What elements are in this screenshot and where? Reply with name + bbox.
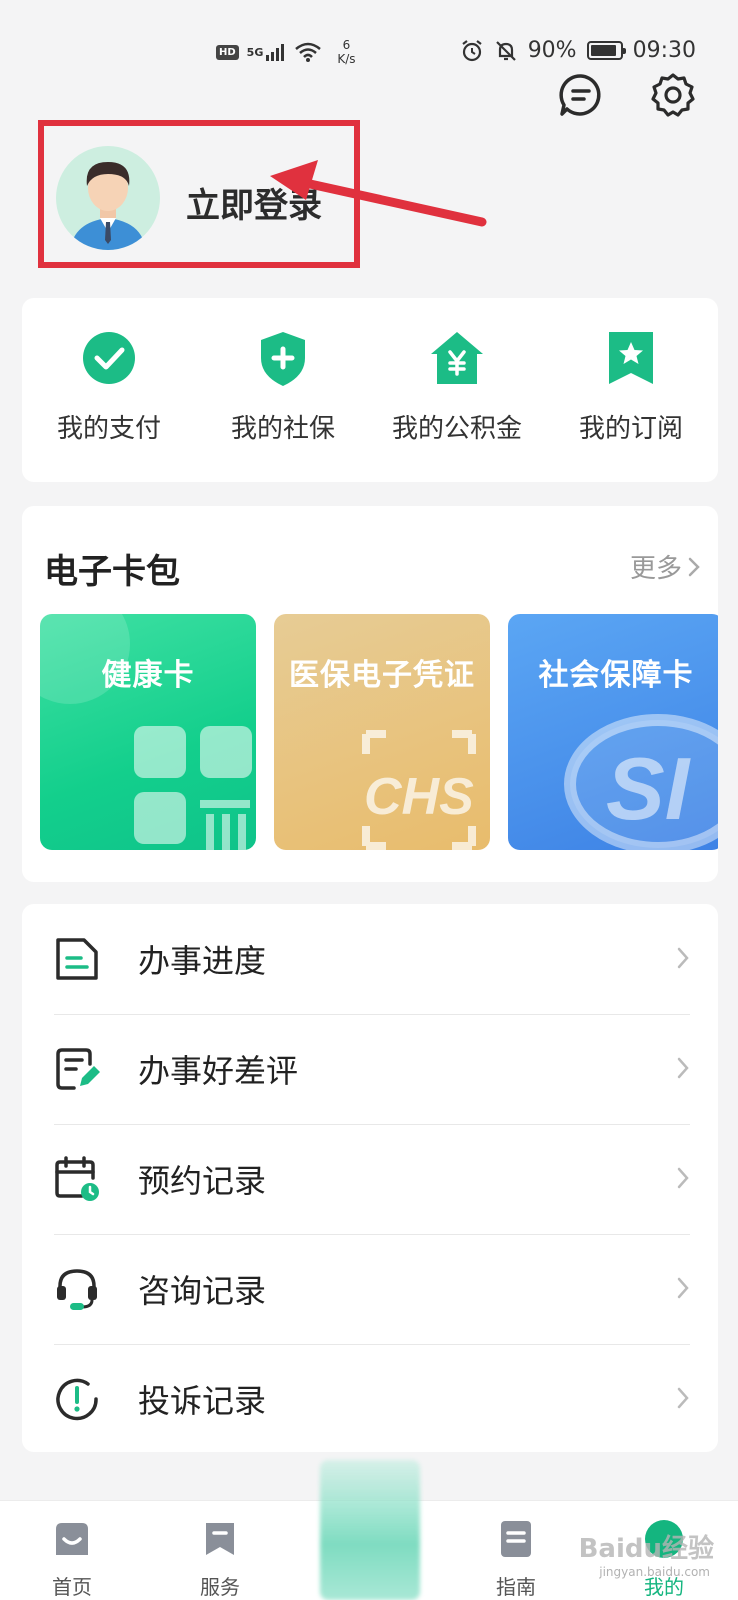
list-item-label: 办事好差评 xyxy=(138,1052,299,1090)
net-speed-unit: K/s xyxy=(337,52,356,66)
shield-plus-icon xyxy=(261,332,305,386)
nav-label: 服务 xyxy=(200,1575,240,1599)
home-icon xyxy=(56,1523,88,1555)
chevron-right-icon xyxy=(677,1277,689,1299)
list-item-label: 咨询记录 xyxy=(138,1272,267,1310)
battery-percent: 90% xyxy=(527,38,577,63)
wallet-more-link[interactable]: 更多 xyxy=(630,548,700,585)
battery-icon xyxy=(586,41,626,60)
quick-links-card: 我的支付 我的社保 我的公积金 我的订阅 xyxy=(22,298,718,482)
card-label: 健康卡 xyxy=(101,658,195,693)
bookmark-star-icon xyxy=(609,332,653,384)
watermark: Baidu经验 xyxy=(578,1534,714,1564)
exclamation-circle-icon xyxy=(56,1378,98,1421)
quick-link-social-security[interactable]: 我的社保 xyxy=(196,328,370,445)
review-edit-icon xyxy=(56,1048,100,1090)
mute-bell-icon xyxy=(495,40,516,61)
svg-text:CHS: CHS xyxy=(364,768,474,826)
nav-item-services[interactable]: 服务 xyxy=(170,1519,270,1600)
alarm-icon xyxy=(462,39,482,61)
message-icon[interactable] xyxy=(558,72,604,118)
user-avatar-icon xyxy=(70,162,146,250)
chevron-right-icon xyxy=(677,1167,689,1189)
status-bar: HD 5G 6 K/s 90% 09:30 xyxy=(0,0,738,100)
headset-icon xyxy=(57,1269,97,1310)
svg-text:SI: SI xyxy=(606,739,691,838)
gear-icon[interactable] xyxy=(650,72,696,118)
net-speed: 6 K/s xyxy=(337,38,355,66)
house-yen-icon xyxy=(431,332,483,384)
list-item-label: 办事进度 xyxy=(138,942,267,980)
wifi-icon xyxy=(295,42,322,62)
chevron-right-icon xyxy=(688,557,700,576)
net-speed-value: 6 xyxy=(342,38,351,52)
health-card[interactable]: 健康卡 xyxy=(40,614,256,850)
list-item-label: 投诉记录 xyxy=(138,1382,267,1420)
chevron-right-icon xyxy=(677,947,689,969)
hd-badge: HD xyxy=(216,44,239,60)
document-icon xyxy=(56,938,98,980)
list-item-progress[interactable]: 办事进度 xyxy=(54,904,690,1014)
more-label: 更多 xyxy=(629,554,682,584)
chevron-right-icon xyxy=(677,1057,689,1079)
nav-item-home[interactable]: 首页 xyxy=(22,1519,122,1600)
list-item-review[interactable]: 办事好差评 xyxy=(54,1014,690,1124)
wallet-title: 电子卡包 xyxy=(44,552,180,592)
quick-link-label: 我的公积金 xyxy=(391,414,522,444)
quick-link-subscription[interactable]: 我的订阅 xyxy=(544,328,718,445)
chevron-right-icon xyxy=(677,1387,689,1409)
signal-icon xyxy=(266,44,285,61)
nav-label: 指南 xyxy=(496,1575,536,1599)
guide-icon xyxy=(501,1521,531,1557)
bookmark-icon xyxy=(206,1523,234,1555)
status-left: HD 5G 6 K/s xyxy=(216,38,356,66)
annotation-arrow-icon xyxy=(270,160,487,227)
nav-label: 首页 xyxy=(52,1575,92,1599)
service-list-card: 办事进度 办事好差评 预约记录 咨询记录 投诉记录 xyxy=(22,904,718,1452)
quick-link-payment[interactable]: 我的支付 xyxy=(22,328,196,445)
list-item-complaint[interactable]: 投诉记录 xyxy=(54,1344,690,1454)
avatar[interactable] xyxy=(56,146,160,250)
card-label: 医保电子凭证 xyxy=(289,658,475,693)
list-item-appointment[interactable]: 预约记录 xyxy=(54,1124,690,1234)
medical-insurance-card[interactable]: CHS 医保电子凭证 xyxy=(274,614,490,850)
center-nav-button[interactable] xyxy=(320,1460,420,1600)
clock: 09:30 xyxy=(632,38,696,63)
network-label: 5G xyxy=(246,45,264,59)
quick-link-housing-fund[interactable]: 我的公积金 xyxy=(370,328,544,445)
social-security-card[interactable]: SI 社会保障卡 xyxy=(508,614,718,850)
calendar-clock-icon xyxy=(55,1156,99,1201)
list-item-consultation[interactable]: 咨询记录 xyxy=(54,1234,690,1344)
nav-item-guide[interactable]: 指南 xyxy=(466,1519,566,1600)
quick-link-label: 我的支付 xyxy=(56,414,161,444)
wallet-card: 电子卡包 更多 健康卡 CHS 医保电子凭证 SI 社会保障卡 xyxy=(22,506,718,882)
list-item-label: 预约记录 xyxy=(138,1162,267,1200)
quick-link-label: 我的社保 xyxy=(230,414,335,444)
status-right: 90% 09:30 xyxy=(460,38,696,63)
watermark-sub: jingyan.baidu.com xyxy=(599,1565,710,1579)
card-label: 社会保障卡 xyxy=(538,658,694,693)
quick-link-label: 我的订阅 xyxy=(578,414,683,444)
check-circle-icon xyxy=(83,332,135,384)
